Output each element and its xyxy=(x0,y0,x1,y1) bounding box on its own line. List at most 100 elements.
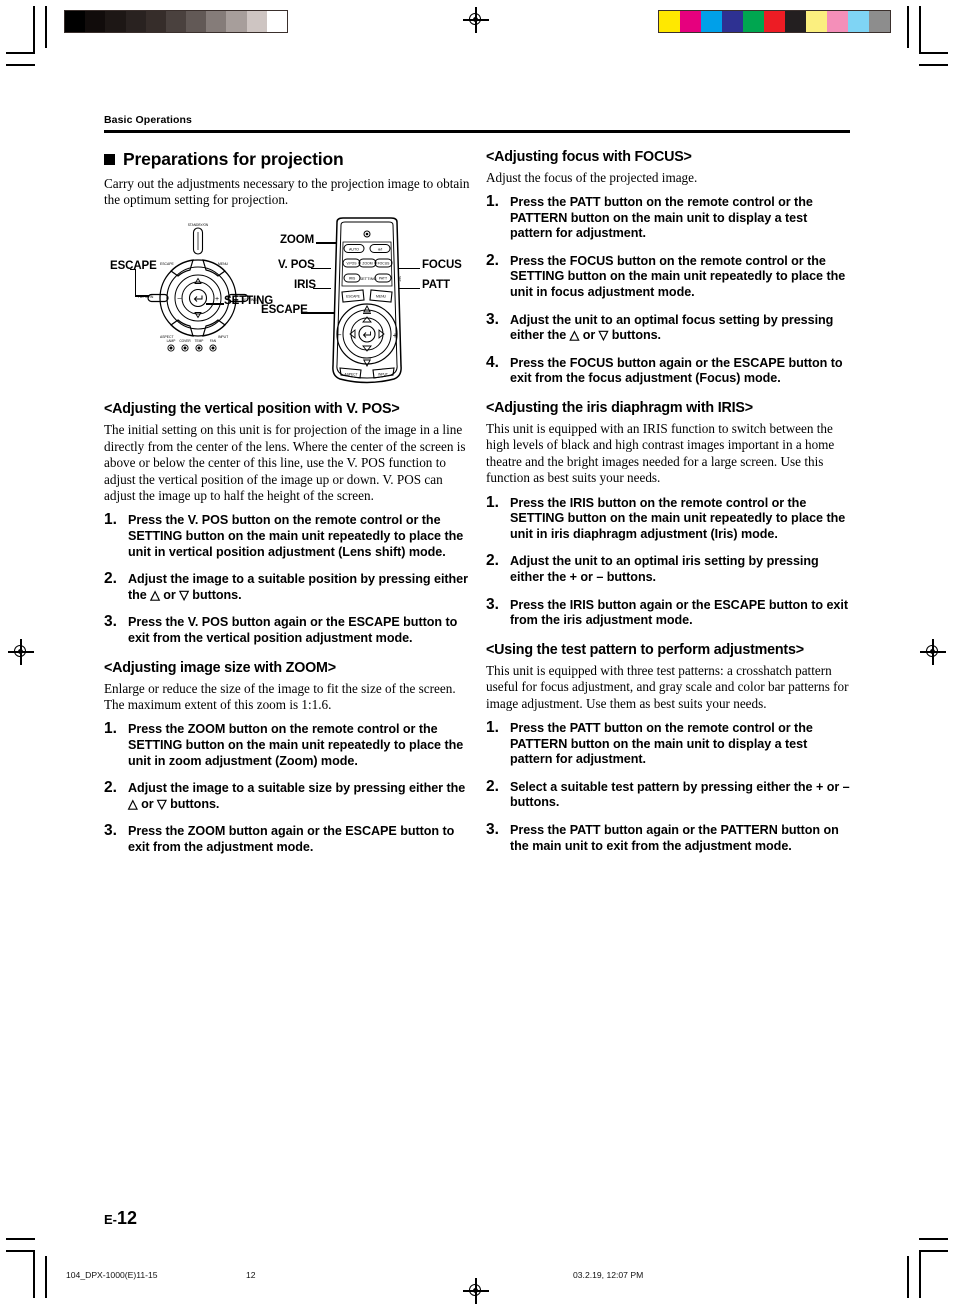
svg-text:MENU: MENU xyxy=(218,262,229,266)
step-number: 1. xyxy=(104,720,117,738)
crop-mark-tl-horiz xyxy=(6,52,35,54)
registration-mark-left xyxy=(8,639,34,665)
step-number: 1. xyxy=(486,193,499,210)
svg-text:ASPECT: ASPECT xyxy=(344,373,357,377)
body-focus: Adjust the focus of the projected image. xyxy=(486,169,698,185)
step-text: Press the V. POS button again or the ESC… xyxy=(128,615,458,645)
calibration-swatch xyxy=(869,11,890,32)
crop-mark-tl-vert xyxy=(33,6,35,54)
calibration-swatch xyxy=(226,11,247,32)
calibration-swatch xyxy=(206,11,227,32)
step-number: 1. xyxy=(486,718,499,736)
step-text: Adjust the image to a suitable size by p… xyxy=(128,781,466,811)
svg-text:STANDBY/ON: STANDBY/ON xyxy=(188,223,209,227)
calibration-swatch xyxy=(722,11,743,32)
section-heading: Preparations for projection xyxy=(104,149,470,170)
step-item: 1. Press the PATT button on the remote c… xyxy=(486,193,850,242)
subheading-zoom: <Adjusting image size with ZOOM> xyxy=(104,659,336,676)
step-number: 1. xyxy=(104,511,117,529)
calibration-swatch xyxy=(680,11,701,32)
step-number: 2. xyxy=(486,777,499,795)
leader-line-escape-main-v xyxy=(134,268,136,297)
step-number: 3. xyxy=(104,822,117,840)
svg-text:FAN: FAN xyxy=(210,339,217,343)
subheading-test-pattern: <Using the test pattern to perform adjus… xyxy=(486,641,804,658)
svg-text:SET: SET xyxy=(398,276,402,282)
square-bullet-icon xyxy=(104,153,115,165)
registration-mark-bottom xyxy=(463,1278,489,1304)
body-test-pattern: This unit is equipped with three test pa… xyxy=(486,662,849,711)
calibration-swatch xyxy=(145,11,166,32)
crop-mark-br-vert2 xyxy=(907,1256,909,1298)
svg-text:+: + xyxy=(393,331,398,340)
step-item: 2. Adjust the unit to an optimal iris se… xyxy=(486,552,850,585)
svg-text:INPUT: INPUT xyxy=(378,373,388,377)
step-number: 1. xyxy=(486,493,499,511)
crop-mark-tl-vert2 xyxy=(45,6,47,48)
calibration-swatch xyxy=(827,11,848,32)
calibration-swatch xyxy=(105,11,126,32)
crop-mark-tr-horiz xyxy=(919,52,948,54)
step-text: Adjust the unit to an optimal focus sett… xyxy=(510,312,834,343)
step-text: Press the IRIS button again or the ESCAP… xyxy=(510,597,848,628)
calibration-swatch xyxy=(85,11,106,32)
step-number: 3. xyxy=(486,595,499,613)
crop-mark-bl-horiz2 xyxy=(6,1238,35,1240)
step-item: 1. Press the V. POS button on the remote… xyxy=(104,511,470,560)
svg-text:ZOOM: ZOOM xyxy=(362,262,372,266)
step-item: 4. Press the FOCUS button again or the E… xyxy=(486,355,850,387)
calibration-swatch xyxy=(806,11,827,32)
registration-mark-top xyxy=(463,7,489,33)
svg-text:⎈/I: ⎈/I xyxy=(378,248,383,252)
step-text: Press the PATT button again or the PATTE… xyxy=(510,822,839,853)
document-page: Basic Operations Preparations for projec… xyxy=(0,0,954,1311)
body-zoom: Enlarge or reduce the size of the image … xyxy=(104,680,456,712)
calibration-swatch xyxy=(785,11,806,32)
left-column: Preparations for projection Carry out th… xyxy=(104,149,470,856)
right-column: <Adjusting focus with FOCUS> Adjust the … xyxy=(486,149,850,856)
step-text: Press the FOCUS button on the remote con… xyxy=(510,253,846,299)
crop-mark-tr-vert xyxy=(919,6,921,54)
svg-text:LAMP: LAMP xyxy=(167,339,176,343)
svg-text:COVER: COVER xyxy=(179,339,191,343)
main-unit-control-panel-drawing: STANDBY/ON – + ESCAPE MENU PATTERN SETTI… xyxy=(138,223,257,352)
svg-text:SETTING: SETTING xyxy=(359,276,376,281)
step-number: 2. xyxy=(486,552,499,570)
calibration-swatch xyxy=(701,11,722,32)
calibration-swatch xyxy=(764,11,785,32)
step-text: Press the V. POS button on the remote co… xyxy=(128,513,464,559)
subheading-iris: <Adjusting the iris diaphragm with IRIS> xyxy=(486,399,753,416)
page-content: Basic Operations Preparations for projec… xyxy=(104,114,850,856)
step-item: 1. Press the PATT button on the remote c… xyxy=(486,718,850,768)
color-calibration-bar xyxy=(658,10,891,33)
page-number-prefix: E- xyxy=(104,1212,117,1227)
steps-zoom: 1. Press the ZOOM button on the remote c… xyxy=(104,720,470,855)
header-rule xyxy=(104,130,850,133)
body-iris: This unit is equipped with an IRIS funct… xyxy=(486,420,835,486)
step-number: 3. xyxy=(486,310,499,328)
remote-control-drawing: AUTO ⎈/I V.POS ZOOM FOCUS IRIS SETTING P… xyxy=(332,217,402,384)
figure-label-vpos: V. POS xyxy=(278,259,315,272)
steps-vpos: 1. Press the V. POS button on the remote… xyxy=(104,511,470,646)
steps-iris: 1. Press the IRIS button on the remote c… xyxy=(486,493,850,629)
step-item: 2. Adjust the image to a suitable size b… xyxy=(104,779,470,812)
svg-text:INPUT: INPUT xyxy=(218,335,228,339)
svg-text:–: – xyxy=(178,296,182,303)
svg-text:PATT: PATT xyxy=(379,277,387,281)
step-number: 2. xyxy=(104,779,117,797)
step-text: Press the ZOOM button on the remote cont… xyxy=(128,722,464,768)
step-text: Adjust the image to a suitable position … xyxy=(128,572,468,602)
step-item: 1. Press the ZOOM button on the remote c… xyxy=(104,720,470,769)
calibration-swatch xyxy=(848,11,869,32)
calibration-swatch xyxy=(165,11,187,32)
section-intro: Carry out the adjustments necessary to t… xyxy=(104,175,470,207)
step-item: 3. Press the IRIS button again or the ES… xyxy=(486,595,850,629)
step-item: 3. Press the PATT button again or the PA… xyxy=(486,822,850,854)
step-item: 3. Press the ZOOM button again or the ES… xyxy=(104,822,470,855)
svg-text:AUTO: AUTO xyxy=(349,248,359,252)
svg-text:IRIS: IRIS xyxy=(349,277,356,281)
page-number-value: 12 xyxy=(117,1208,138,1228)
figure-label-patt: PATT xyxy=(422,279,450,292)
step-item: 2. Adjust the image to a suitable positi… xyxy=(104,571,470,603)
step-text: Select a suitable test pattern by pressi… xyxy=(510,779,850,810)
